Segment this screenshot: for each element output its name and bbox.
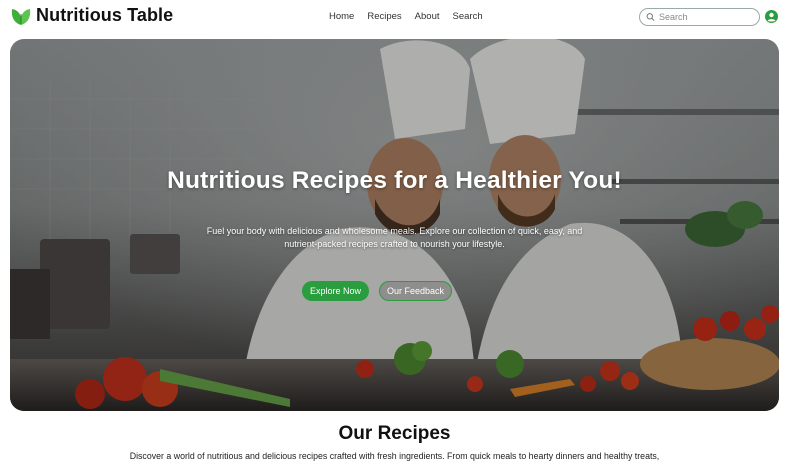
brand-name: Nutritious Table — [36, 5, 174, 25]
hero-subtitle: Fuel your body with delicious and wholes… — [206, 226, 583, 249]
hero-banner: Nutritious Recipes for a Healthier You! … — [10, 39, 779, 411]
search-input[interactable] — [659, 12, 759, 22]
site-header: Nutritious Table Home Recipes About Sear… — [0, 0, 789, 34]
main-nav: Home Recipes About Search — [329, 11, 496, 22]
explore-now-button[interactable]: Explore Now — [302, 281, 369, 301]
section-title: Our Recipes — [338, 423, 451, 444]
leaf-icon — [11, 8, 31, 25]
nav-search[interactable]: Search — [453, 11, 483, 22]
search-icon — [646, 13, 655, 21]
hero-title: Nutritious Recipes for a Healthier You! — [167, 167, 622, 194]
nav-recipes[interactable]: Recipes — [367, 11, 401, 22]
user-circle-icon[interactable] — [765, 10, 778, 23]
nav-home[interactable]: Home — [329, 11, 354, 22]
nav-about[interactable]: About — [415, 11, 440, 22]
our-feedback-button[interactable]: Our Feedback — [379, 281, 452, 301]
section-description: Discover a world of nutritious and delic… — [129, 451, 660, 461]
brand[interactable]: Nutritious Table — [10, 5, 173, 26]
search-box[interactable] — [639, 8, 760, 26]
